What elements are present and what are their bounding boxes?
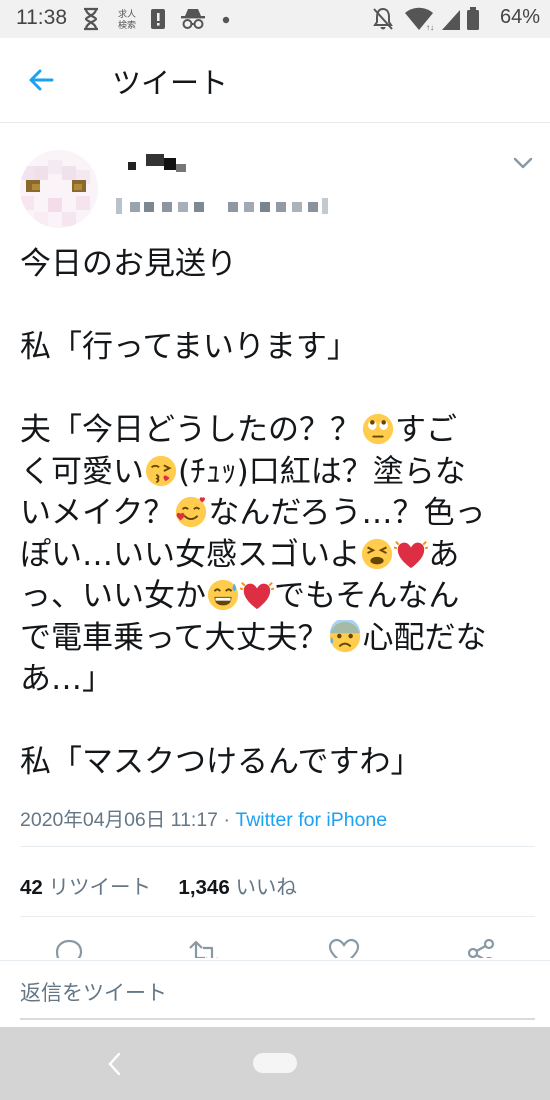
tweet-text-line: あ…」: [20, 659, 535, 701]
retweet-icon: [189, 940, 218, 958]
page-title: ツイート: [112, 66, 229, 100]
tweet-text-segment: あ…」: [20, 661, 113, 697]
tweet-stats: 42 リツイート 1,346 いいね: [20, 870, 297, 900]
hourglass-icon: [84, 7, 98, 31]
navigation-bar: [0, 1027, 550, 1100]
notifications-off-icon: [373, 7, 393, 30]
like-button[interactable]: [327, 936, 361, 958]
tweet-meta: 2020年04月06日 11:17 · Twitter for iPhone: [20, 803, 387, 832]
tweet-text-segment: 心配だな: [362, 619, 487, 656]
tweet-text-line: 今日のお見送り: [20, 244, 535, 286]
reply-input[interactable]: 返信をツイート: [20, 977, 530, 1007]
arrow-left-icon: [29, 69, 54, 91]
user-handle-redacted[interactable]: [116, 194, 356, 218]
tweet-text-segment: っ、いい女か: [20, 578, 206, 614]
tweet-text-segment: 今日のお見送り: [20, 246, 237, 282]
tweet-text-line: く可愛い (ﾁｭｯ)口紅は？塗らな: [20, 452, 535, 494]
tweet-text: 今日のお見送り 私「行ってまいります」 夫「今日どうしたの？？ すご く可愛い (ﾁｭ…: [20, 244, 535, 784]
battery-icon: [467, 7, 479, 30]
tweet-text-segment: 私「行ってまいります」: [20, 329, 358, 365]
svg-text:求人: 求人: [118, 8, 136, 20]
chevron-down-icon: [513, 157, 533, 169]
smiling-face-with-hearts-icon: [174, 495, 208, 529]
share-icon: [467, 938, 495, 958]
tweet-menu-button[interactable]: [510, 152, 536, 174]
like-label: いいね: [235, 876, 297, 899]
like-stat[interactable]: 1,346 いいね: [178, 876, 297, 899]
beating-heart-icon: [240, 578, 274, 612]
tweet-text-line: で電車乗って大丈夫？ 心配だな: [20, 618, 535, 660]
like-count: 1,346: [178, 876, 230, 899]
redacted-user-handle: [116, 198, 328, 214]
meta-separator: ·: [223, 809, 230, 831]
tweet-text-line: いメイク？ なんだろう…？色っ: [20, 493, 535, 535]
grinning-face-with-sweat-icon: [206, 578, 240, 612]
retweet-stat[interactable]: 42 リツイート: [20, 876, 157, 899]
tweet-text-segment: (ﾁｭｯ)口紅は？塗らな: [178, 453, 466, 490]
reply-box: 返信をツイート: [0, 960, 550, 1027]
tweet-text-segment: なんだろう…？色っ: [208, 495, 486, 531]
tweet-text-segment: いメイク？: [20, 495, 175, 531]
anxious-face-with-sweat-icon: [328, 619, 362, 654]
job-search-icon: 求人 検索: [118, 8, 136, 31]
home-pill-icon[interactable]: [253, 1053, 297, 1073]
tweet-text-line: 夫「今日どうしたの？？ すご: [20, 410, 535, 452]
retweet-count: 42: [20, 876, 43, 899]
redacted-display-name: [128, 154, 186, 172]
tired-face-icon: [360, 537, 394, 571]
signal-icon: [442, 10, 460, 30]
tweet-text-segment: あ: [428, 536, 460, 573]
incognito-icon: [181, 9, 205, 29]
tweet-text-line: っ、いい女か でもそんなん: [20, 576, 535, 618]
tweet-text-segment: 夫「今日どうしたの？？: [20, 412, 361, 448]
reply-icon: [55, 939, 83, 958]
tweet-text-segment: すご: [395, 412, 457, 448]
tweet-text-line: 私「マスクつけるんですわ」: [20, 742, 535, 784]
beating-heart-icon: [394, 537, 429, 571]
tweet-text-segment: く可愛い: [20, 453, 144, 490]
app-header: ツイート: [0, 38, 550, 123]
tweet-text-segment: ぽい…いい女感スゴいよ: [20, 536, 361, 573]
retweet-label: リツイート: [48, 876, 152, 899]
back-button[interactable]: [20, 62, 64, 98]
tweet-text-segment: で電車乗って大丈夫？: [20, 619, 329, 656]
display-name-redacted[interactable]: [116, 150, 336, 180]
nav-back-button[interactable]: [104, 1051, 124, 1077]
alert-icon: [151, 9, 165, 29]
like-icon: [328, 938, 360, 958]
reply-input-underline: [20, 1018, 535, 1020]
tweet-text-segment: 私「マスクつけるんですわ」: [20, 744, 422, 780]
svg-text:↑↓: ↑↓: [426, 23, 434, 32]
status-time: 11:38: [16, 6, 67, 29]
reply-button[interactable]: [52, 936, 86, 958]
avatar[interactable]: [20, 150, 98, 228]
status-bar: 11:38 求人 検索 ↑↓ 64%: [0, 0, 550, 38]
tweet-text-line: 私「行ってまいります」: [20, 327, 535, 369]
wifi-icon: ↑↓: [405, 7, 434, 32]
avatar-image: [20, 150, 98, 228]
svg-text:検索: 検索: [118, 19, 136, 31]
tweet-text-line: ぽい…いい女感スゴいよ あ: [20, 535, 535, 577]
tweet-client-link[interactable]: Twitter for iPhone: [235, 809, 387, 831]
divider: [20, 846, 535, 847]
retweet-button[interactable]: [187, 936, 221, 958]
nav-back-icon: [108, 1052, 121, 1076]
face-with-rolling-eyes-icon: [361, 412, 395, 446]
face-blowing-a-kiss-icon: [144, 454, 178, 488]
share-button[interactable]: [465, 936, 499, 958]
tweet-timestamp: 2020年04月06日 11:17: [20, 809, 219, 831]
dot-icon: [222, 16, 230, 24]
battery-percentage: 64%: [499, 6, 540, 28]
tweet-text-segment: でもそんなん: [274, 578, 460, 614]
divider: [20, 916, 535, 917]
